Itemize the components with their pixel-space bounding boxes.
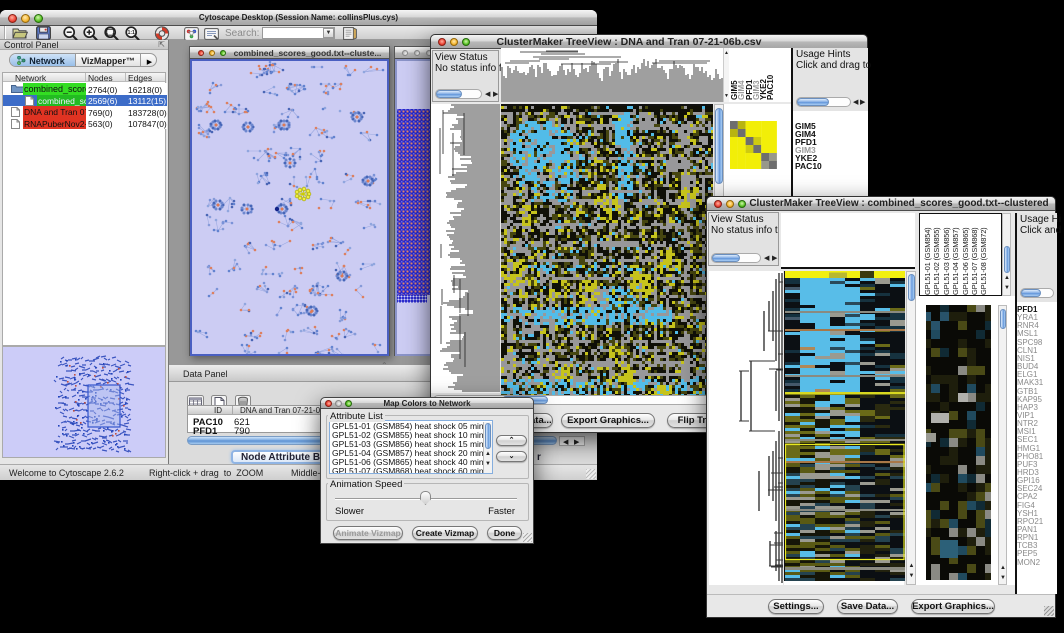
svg-text:1:1: 1:1 — [128, 30, 135, 36]
